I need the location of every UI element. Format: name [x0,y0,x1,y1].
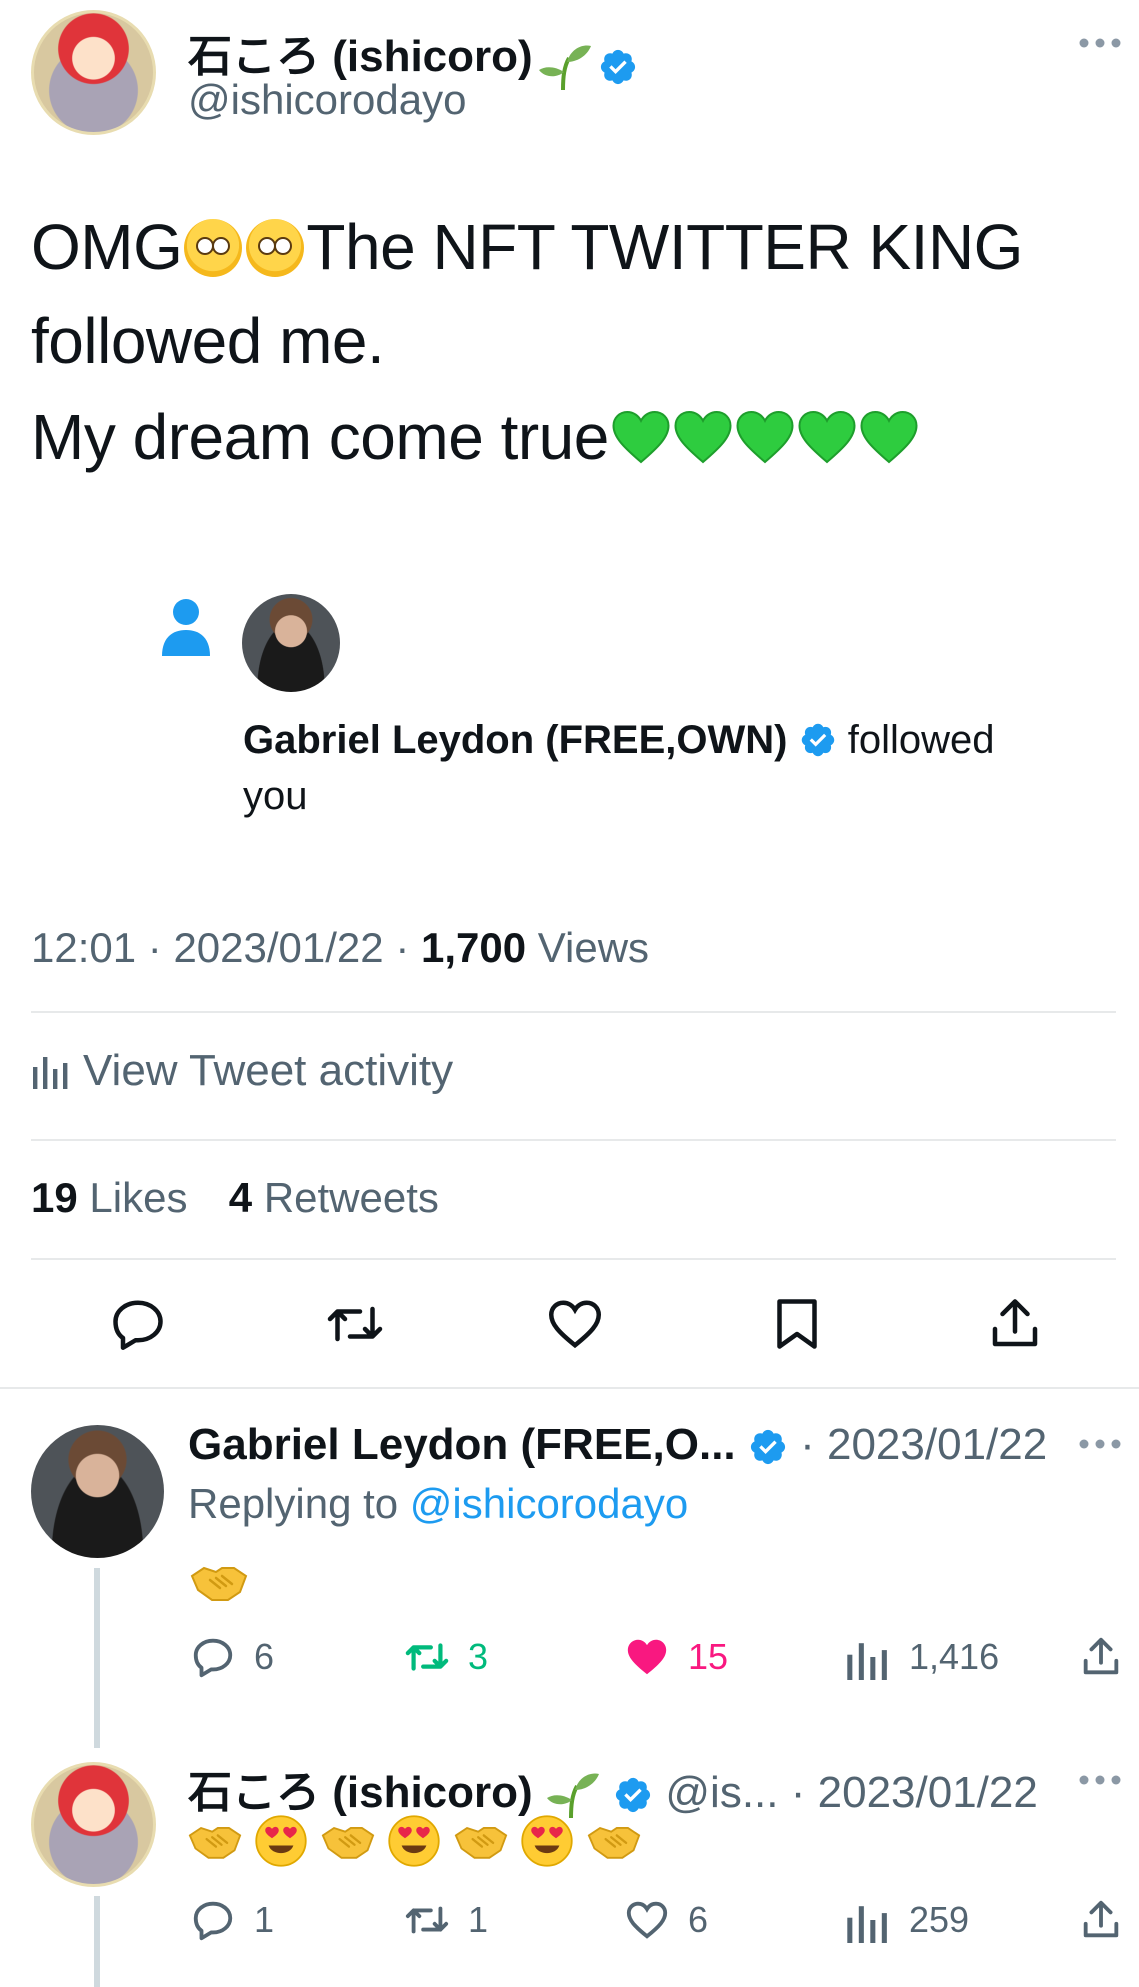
reply-icon[interactable] [108,1294,168,1354]
divider [31,1258,1116,1260]
more-options-icon[interactable] [1078,36,1122,50]
reply2-author-avatar[interactable] [31,1762,156,1887]
bookmark-icon[interactable] [767,1294,827,1354]
sprout-icon [539,45,592,90]
share-icon[interactable] [1078,1897,1124,1943]
author-handle[interactable]: @ishicorodayo [188,76,466,124]
retweets-stat[interactable]: 4 Retweets [229,1174,439,1221]
reply-date[interactable]: · 2023/01/22 [800,1420,1047,1469]
analytics-icon [847,1906,887,1943]
analytics-icon [33,1057,68,1089]
thread-line [94,1896,100,1987]
reply-author-avatar[interactable] [31,1425,164,1558]
tweet-meta: 12:01 · 2023/01/22 · 1,700 Views [31,924,650,971]
follow-object: you [243,774,308,818]
views-count: 1,700 [420,924,527,971]
reply2-header: 石ころ (ishicoro) @is... · 2023/01/22 [188,1756,1038,1820]
tweet-line-3: My dream come true [31,390,1111,484]
person-icon [162,599,210,656]
handshake-emoji [321,1826,375,1859]
view-tweet-activity-link[interactable]: View Tweet activity [31,1046,453,1096]
like-icon[interactable] [545,1294,605,1354]
divider [31,1011,1116,1013]
heart-eyes-emoji [388,1815,441,1867]
tweet-text: OMG The NFT TWITTER KING followed me. My … [31,200,1111,484]
green-heart-emoji [860,410,918,464]
views-label: Views [537,924,650,971]
reply2-author-name[interactable]: 石ころ (ishicoro) [188,1768,533,1817]
follower-name: Gabriel Leydon (FREE,OWN) [243,718,788,762]
tweet-date[interactable]: 2023/01/22 [173,924,383,971]
reply1-like-action[interactable]: 15 [624,1634,728,1680]
green-heart-emoji [612,410,670,464]
divider [0,1387,1139,1389]
reply-author-name[interactable]: Gabriel Leydon (FREE,O... [188,1420,736,1469]
reply-header: Gabriel Leydon (FREE,O... · 2023/01/22 [188,1420,1047,1470]
replying-to: Replying to @ishicorodayo [188,1480,689,1527]
reply1-retweet-action[interactable]: 3 [404,1634,488,1680]
verified-badge-icon [750,1430,785,1465]
likes-stat[interactable]: 19 Likes [31,1174,199,1221]
more-options-icon[interactable] [1078,1437,1122,1451]
author-avatar[interactable] [31,10,156,135]
tweet-line-1: OMG The NFT TWITTER KING [31,211,1023,283]
reply2-date[interactable]: · 2023/01/22 [791,1768,1038,1817]
more-options-icon[interactable] [1078,1773,1122,1787]
reply2-emoji-text [188,1814,649,1868]
reply1-reply-action[interactable]: 6 [190,1634,274,1680]
green-heart-emoji [736,410,794,464]
reply-icon [193,1638,233,1678]
retweet-icon [405,1643,449,1671]
handshake-emoji [190,1566,248,1601]
flushed-face-emoji [184,219,243,277]
analytics-icon [847,1643,887,1680]
verified-badge-icon [801,723,834,757]
reply1-views-action[interactable]: 1,416 [845,1634,999,1680]
share-icon[interactable] [985,1294,1045,1354]
heart-filled-icon [627,1639,667,1675]
reply2-reply-action[interactable]: 1 [190,1897,274,1943]
reply2-retweet-action[interactable]: 1 [404,1897,488,1943]
tweet-line-2: followed me. [31,305,385,377]
green-heart-emoji [798,410,856,464]
share-icon[interactable] [1078,1634,1124,1680]
tweet-time[interactable]: 12:01 [31,924,136,971]
handshake-emoji [188,1826,242,1859]
follow-action: followed [847,718,995,762]
sprout-icon [546,1773,599,1819]
thread-line [94,1568,100,1748]
retweet-icon[interactable] [325,1294,385,1354]
reply-icon [193,1901,233,1941]
engagement-stats: 19 Likes 4 Retweets [31,1174,439,1222]
handshake-emoji [454,1826,508,1859]
reply2-handle[interactable]: @is... [665,1768,778,1817]
green-heart-emoji [674,410,732,464]
replying-to-handle[interactable]: @ishicorodayo [410,1480,688,1527]
verified-badge-icon [600,49,635,84]
follower-avatar [242,594,340,692]
like-icon [626,1901,668,1939]
divider [31,1139,1116,1141]
reply2-like-action[interactable]: 6 [624,1897,708,1943]
reply2-views-action[interactable]: 259 [845,1897,969,1943]
flushed-face-emoji [246,219,305,277]
handshake-emoji [587,1826,640,1859]
heart-eyes-emoji [521,1815,573,1867]
follow-notification-text: Gabriel Leydon (FREE,OWN) followed you [243,712,1103,824]
verified-badge-icon [616,1778,651,1813]
author-name: 石ころ (ishicoro) [188,32,533,81]
heart-eyes-emoji [255,1815,308,1867]
retweet-icon [405,1906,449,1934]
